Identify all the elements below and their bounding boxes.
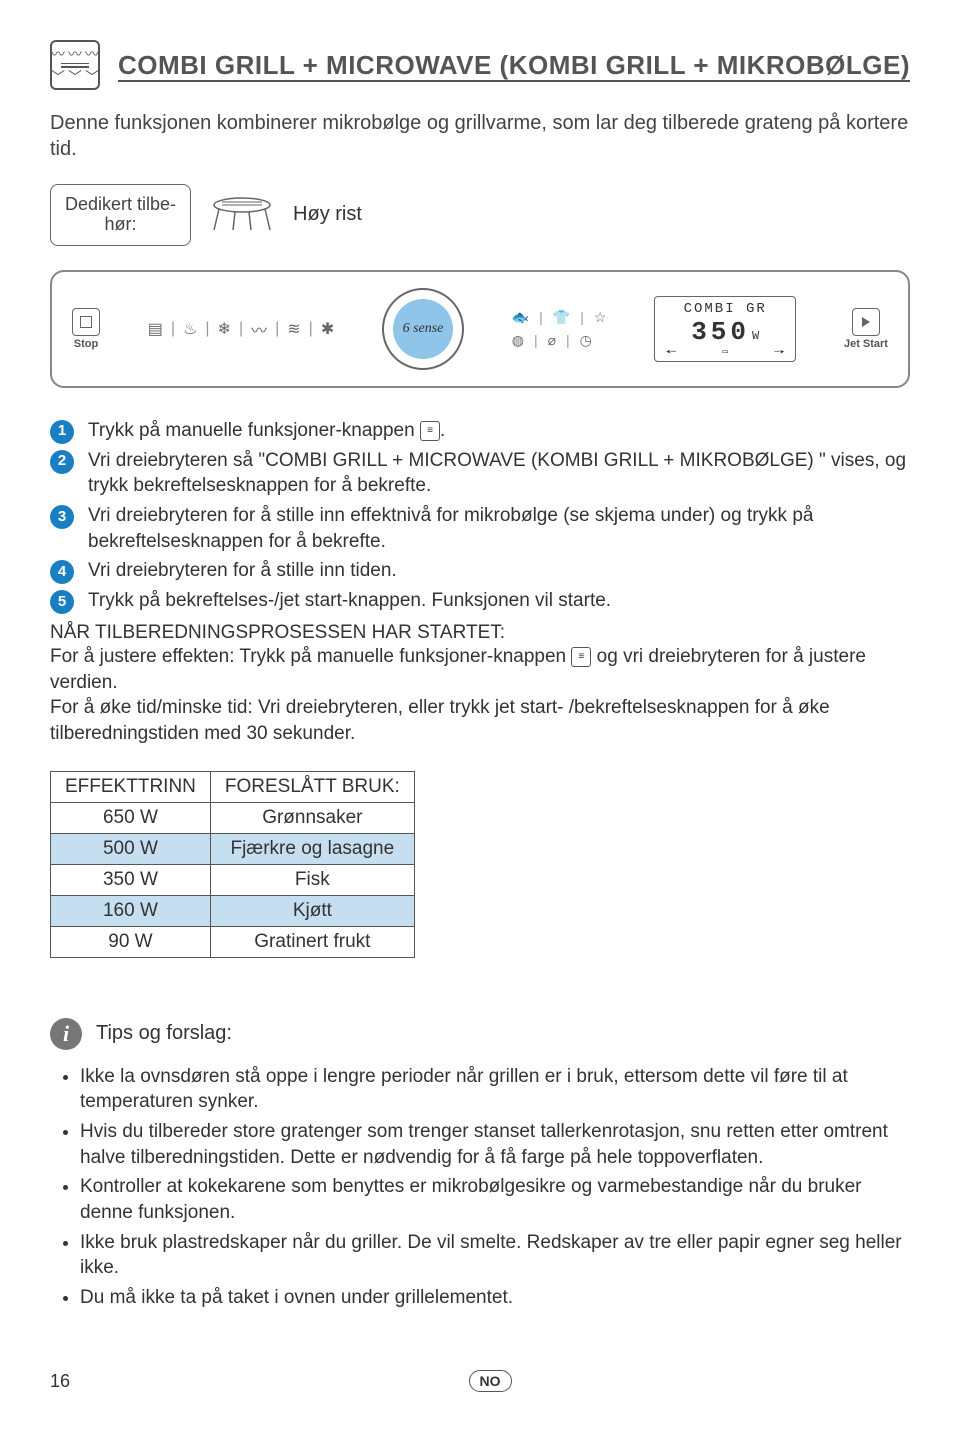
mode-icons-left: ▤| ♨| ❄| 〰| ≋| ✱	[148, 317, 334, 341]
cell-power: 650 W	[51, 802, 211, 833]
stop-button[interactable]: Stop	[72, 308, 100, 350]
started-line1-prefix: For å justere effekten: Trykk på manuell…	[50, 646, 571, 667]
menu-button-icon: ≡	[420, 421, 440, 441]
cell-power: 500 W	[51, 833, 211, 864]
step-5: 5 Trykk på bekreftelses-/jet start-knapp…	[50, 588, 910, 614]
list-icon: ▤	[148, 319, 163, 339]
accessory-label-2: hør:	[105, 214, 137, 234]
timer-icon: ◷	[580, 332, 592, 349]
page-number: 16	[50, 1371, 70, 1392]
step-text: Vri dreiebryteren for å stille inn effek…	[88, 503, 910, 554]
started-body: For å justere effekten: Trykk på manuell…	[50, 644, 910, 747]
table-row: 650 WGrønnsaker	[51, 802, 415, 833]
step-text: Vri dreiebryteren så "COMBI GRILL + MICR…	[88, 448, 910, 499]
table-row: 350 WFisk	[51, 864, 415, 895]
display: COMBI GR 350 W ◂─▭─▸	[654, 296, 796, 362]
accessory-name: Høy rist	[293, 203, 362, 226]
step-1: 1 Trykk på manuelle funksjoner-knappen ≡…	[50, 418, 910, 444]
step-text: Vri dreiebryteren for å stille inn tiden…	[88, 558, 910, 584]
table-row: 160 WKjøtt	[51, 895, 415, 926]
th-power: EFFEKTTRINN	[51, 771, 211, 802]
control-panel: Stop ▤| ♨| ❄| 〰| ≋| ✱ 6 sense 🐟| 👕| ☆ ◍|…	[50, 270, 910, 388]
started-heading: NÅR TILBEREDNINGSPROSESSEN HAR STARTET:	[50, 622, 910, 644]
grill-mode-icon: 〰〰〰 ﹀﹀﹀	[50, 40, 100, 90]
defrost-icon: ❄	[218, 319, 231, 339]
list-item: Ikke bruk plastredskaper når du griller.…	[80, 1230, 910, 1281]
list-item: Du må ikke ta på taket i ovnen under gri…	[80, 1285, 910, 1311]
step-bullet: 2	[50, 450, 74, 474]
display-title: COMBI GR	[665, 301, 785, 317]
grill-small-icon: ♨	[183, 319, 197, 339]
mode-icons-right: 🐟| 👕| ☆ ◍| ⌀| ◷	[512, 309, 607, 349]
started-line2: For å øke tid/minske tid: Vri dreiebryte…	[50, 697, 830, 744]
combi-icon: ≋	[287, 319, 300, 339]
dial-knob[interactable]: 6 sense	[382, 288, 464, 370]
tips-list: Ikke la ovnsdøren stå oppe i lengre peri…	[50, 1064, 910, 1311]
cell-use: Gratinert frukt	[210, 926, 414, 957]
display-value: 350	[691, 317, 750, 347]
list-item: Kontroller at kokekarene som benyttes er…	[80, 1174, 910, 1225]
step-4: 4 Vri dreiebryteren for å stille inn tid…	[50, 558, 910, 584]
step-bullet: 5	[50, 590, 74, 614]
stop-label: Stop	[74, 338, 98, 350]
accessory-box: Dedikert tilbe- hør:	[50, 184, 191, 246]
chef-icon: 👕	[553, 309, 570, 326]
menu-button-icon: ≡	[571, 647, 591, 667]
dial-label: 6 sense	[393, 299, 453, 359]
leaf-icon: ⌀	[548, 332, 556, 349]
jet-start-button[interactable]: Jet Start	[844, 308, 888, 350]
cell-use: Kjøtt	[210, 895, 414, 926]
cell-power: 90 W	[51, 926, 211, 957]
table-row: 500 WFjærkre og lasagne	[51, 833, 415, 864]
th-use: FORESLÅTT BRUK:	[210, 771, 414, 802]
step-3: 3 Vri dreiebryteren for å stille inn eff…	[50, 503, 910, 554]
steps-list: 1 Trykk på manuelle funksjoner-knappen ≡…	[50, 418, 910, 615]
step-bullet: 3	[50, 505, 74, 529]
star-icon: ☆	[594, 309, 607, 326]
cell-use: Grønnsaker	[210, 802, 414, 833]
step-text: Trykk på bekreftelses-/jet start-knappen…	[88, 588, 910, 614]
step-text: Trykk på manuelle funksjoner-knappen	[88, 420, 420, 441]
wave-icon: 〰	[251, 317, 267, 341]
play-icon	[852, 308, 880, 336]
accessory-label-1: Dedikert tilbe-	[65, 194, 176, 214]
power-table: EFFEKTTRINN FORESLÅTT BRUK: 650 WGrønnsa…	[50, 771, 415, 958]
tips-title: Tips og forslag:	[96, 1022, 232, 1045]
step-suffix: .	[440, 420, 445, 441]
step-2: 2 Vri dreiebryteren så "COMBI GRILL + MI…	[50, 448, 910, 499]
jet-start-label: Jet Start	[844, 338, 888, 350]
step-bullet: 1	[50, 420, 74, 444]
table-row: 90 WGratinert frukt	[51, 926, 415, 957]
cell-power: 350 W	[51, 864, 211, 895]
high-rack-icon	[207, 195, 277, 235]
step-bullet: 4	[50, 560, 74, 584]
intro-text: Denne funksjonen kombinerer mikrobølge o…	[50, 110, 910, 162]
cell-use: Fisk	[210, 864, 414, 895]
display-unit: W	[752, 329, 759, 343]
fan-icon: ✱	[321, 319, 334, 339]
list-item: Ikke la ovnsdøren stå oppe i lengre peri…	[80, 1064, 910, 1115]
list-item: Hvis du tilbereder store gratenger som t…	[80, 1119, 910, 1170]
page-title: COMBI GRILL + MICROWAVE (KOMBI GRILL + M…	[118, 50, 910, 81]
lang-badge: NO	[469, 1370, 512, 1392]
cell-power: 160 W	[51, 895, 211, 926]
cell-use: Fjærkre og lasagne	[210, 833, 414, 864]
info-icon: i	[50, 1018, 82, 1050]
fish-icon: 🐟	[512, 309, 529, 326]
pizza-icon: ◍	[512, 332, 524, 349]
